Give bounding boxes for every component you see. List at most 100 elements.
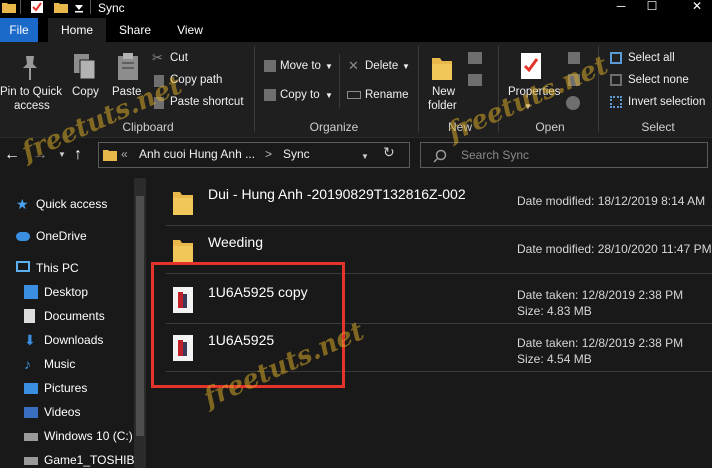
- address-bar[interactable]: « Anh cuoi Hung Anh ... > Sync ▼ ↻: [98, 142, 410, 168]
- tab-view[interactable]: View: [164, 18, 216, 42]
- breadcrumb-current[interactable]: Sync: [283, 148, 310, 161]
- divider: [90, 0, 91, 14]
- group-separator: [498, 46, 499, 132]
- scrollbar-thumb[interactable]: [136, 196, 144, 436]
- nav-label: Music: [44, 357, 76, 371]
- group-separator: [418, 46, 419, 132]
- select-all-label: Select all: [628, 52, 675, 64]
- move-to-icon: [264, 60, 276, 72]
- forward-arrow-icon[interactable]: →: [32, 146, 48, 164]
- tab-home[interactable]: Home: [48, 18, 106, 42]
- breadcrumb-overflow[interactable]: «: [121, 148, 128, 161]
- copy-path-icon: [154, 75, 164, 87]
- organize-group-label: Organize: [309, 120, 359, 134]
- tab-file[interactable]: File: [0, 18, 38, 42]
- customize-qa-icon[interactable]: [74, 1, 84, 13]
- select-none-icon: [610, 74, 622, 86]
- file-name: Weeding: [208, 234, 264, 250]
- pin-icon: [23, 56, 37, 80]
- new-folder-qa-icon[interactable]: [54, 1, 68, 13]
- move-to-label: Move to: [280, 60, 321, 72]
- navigation-pane: ★ Quick access OneDrive This PC Desktop …: [0, 174, 148, 468]
- address-dropdown-icon[interactable]: ▼: [361, 150, 369, 163]
- tab-share[interactable]: Share: [110, 18, 160, 42]
- open-icon[interactable]: [568, 52, 580, 64]
- new-folder-label-line2: folder: [428, 100, 457, 112]
- group-separator: [598, 46, 599, 132]
- nav-label: Windows 10 (C:): [44, 429, 133, 443]
- videos-icon: [24, 407, 38, 418]
- chevron-down-icon: ▼: [325, 62, 333, 71]
- clipboard-group-label: Clipboard: [122, 120, 174, 134]
- list-item[interactable]: Dui - Hung Anh -20190829T132816Z-002 Dat…: [166, 180, 712, 226]
- search-icon: [433, 149, 447, 163]
- new-item-icon[interactable]: [468, 52, 482, 64]
- rename-icon: [347, 91, 361, 99]
- invert-selection-icon: [610, 96, 622, 108]
- copy-icon: [74, 54, 96, 80]
- drive-icon: [24, 433, 38, 441]
- nav-label: Downloads: [44, 333, 104, 347]
- new-group-label: New: [447, 120, 472, 134]
- documents-icon: [24, 309, 35, 323]
- back-arrow-icon[interactable]: ←: [4, 146, 20, 164]
- nav-pane-scrollbar[interactable]: [134, 178, 146, 468]
- properties-qa-icon[interactable]: [30, 1, 44, 13]
- properties-label: Properties: [508, 86, 561, 98]
- select-none-label: Select none: [628, 74, 689, 86]
- copy-to-icon: [264, 89, 276, 101]
- group-separator: [254, 46, 255, 132]
- file-size: Size: 4.83 MB: [517, 304, 592, 318]
- select-group-label: Select: [641, 120, 675, 134]
- up-arrow-icon[interactable]: ↑: [74, 146, 82, 164]
- download-icon: ⬇: [24, 332, 36, 348]
- folder-icon: [103, 150, 117, 161]
- close-button[interactable]: ✕: [682, 0, 712, 14]
- window-title: Sync: [98, 1, 125, 15]
- edit-icon[interactable]: [568, 74, 580, 86]
- paste-icon: [118, 53, 138, 80]
- minimize-button[interactable]: ─: [606, 0, 636, 14]
- delete-icon: ✕: [348, 58, 359, 73]
- folder-icon: [2, 3, 16, 13]
- file-size: Size: 4.54 MB: [517, 352, 592, 366]
- computer-icon: [16, 261, 30, 272]
- pictures-icon: [24, 383, 38, 394]
- history-icon[interactable]: [566, 96, 580, 110]
- title-bar: Sync ─ ☐ ✕: [0, 0, 712, 18]
- inner-separator: [339, 54, 340, 108]
- folder-icon: [173, 192, 193, 215]
- copy-path-label: Copy path: [170, 74, 223, 86]
- chevron-down-icon: ▼: [325, 91, 333, 100]
- pin-label-line2: access: [14, 100, 50, 112]
- file-date-modified: Date modified: 28/10/2020 11:47 PM: [517, 242, 712, 256]
- select-all-icon: [610, 52, 622, 64]
- chevron-down-icon: ▼: [524, 102, 532, 111]
- open-group-label: Open: [535, 120, 565, 134]
- properties-icon: [521, 53, 541, 79]
- folder-icon: [173, 240, 193, 263]
- breadcrumb-separator[interactable]: >: [265, 148, 272, 161]
- cloud-icon: [16, 232, 30, 241]
- highlight-box: [151, 262, 345, 388]
- desktop-icon: [24, 285, 38, 299]
- maximize-button[interactable]: ☐: [637, 0, 667, 14]
- copy-to-label: Copy to: [280, 89, 320, 101]
- recent-locations-chevron-icon[interactable]: ▼: [58, 150, 66, 159]
- file-name: Dui - Hung Anh -20190829T132816Z-002: [208, 186, 466, 202]
- easy-access-icon[interactable]: [468, 74, 482, 86]
- rename-label: Rename: [365, 89, 409, 101]
- scissors-icon: ✂: [152, 50, 163, 65]
- invert-selection-label: Invert selection: [628, 96, 706, 108]
- file-date-taken: Date taken: 12/8/2019 2:38 PM: [517, 336, 684, 350]
- breadcrumb-parent[interactable]: Anh cuoi Hung Anh ...: [139, 148, 255, 161]
- paste-shortcut-label: Paste shortcut: [170, 96, 244, 108]
- search-input[interactable]: Search Sync: [461, 149, 529, 162]
- star-icon: ★: [16, 196, 29, 212]
- nav-label: Desktop: [44, 285, 89, 299]
- nav-label: This PC: [36, 261, 79, 275]
- search-box[interactable]: Search Sync: [420, 142, 708, 168]
- nav-label: Game1_TOSHIBA: [44, 453, 143, 467]
- drive-icon: [24, 457, 38, 465]
- refresh-icon[interactable]: ↻: [383, 145, 395, 159]
